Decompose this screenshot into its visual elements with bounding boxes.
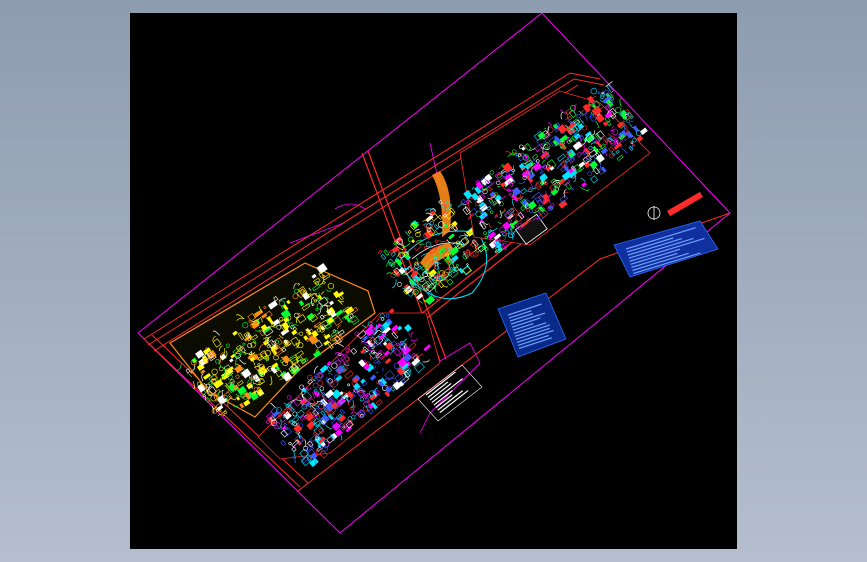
plan-mark xyxy=(629,123,633,129)
plan-mark xyxy=(414,228,420,232)
plan-mark xyxy=(448,233,455,240)
cad-viewport[interactable] xyxy=(130,13,737,549)
plan-mark xyxy=(425,214,434,223)
plan-mark xyxy=(404,231,410,237)
plan-mark xyxy=(429,210,436,217)
plan-mark xyxy=(389,250,393,254)
plan-mark xyxy=(397,281,402,287)
north-arrow xyxy=(647,191,703,220)
plan-mark xyxy=(407,229,412,234)
plan-mark xyxy=(619,98,622,108)
plan-mark xyxy=(286,395,292,400)
plan-mark xyxy=(434,239,439,244)
plan-mark xyxy=(606,84,614,93)
plan-mark xyxy=(437,281,445,289)
plan-mark xyxy=(429,221,435,226)
table-line xyxy=(427,381,449,398)
plan-mark xyxy=(424,229,435,240)
plan-mark xyxy=(590,87,598,95)
site-plan-drawing xyxy=(137,13,731,534)
plan-mark xyxy=(380,253,387,261)
plan-mark xyxy=(597,91,601,95)
plan-mark xyxy=(422,271,429,278)
plan-mark xyxy=(411,239,416,244)
plan-mark xyxy=(442,284,448,288)
legend-table xyxy=(613,220,719,278)
plan-mark xyxy=(377,249,383,255)
plan-mark xyxy=(383,249,390,256)
plan-mark xyxy=(460,198,467,205)
plan-mark xyxy=(437,214,443,220)
plan-mark xyxy=(630,120,634,123)
plan-mark xyxy=(216,404,224,412)
plan-mark xyxy=(415,231,421,238)
plan-mark xyxy=(466,263,469,266)
plan-mark xyxy=(446,278,454,286)
plan-mark xyxy=(416,265,422,271)
table-line xyxy=(433,390,453,406)
plan-mark xyxy=(424,222,427,226)
table-line xyxy=(437,390,463,411)
plan-mark xyxy=(412,255,414,257)
plan-mark xyxy=(455,264,459,267)
plan-mark xyxy=(393,236,403,245)
plan-mark xyxy=(433,224,439,230)
plan-mark xyxy=(265,411,274,420)
plan-mark xyxy=(415,257,419,261)
plan-mark xyxy=(419,300,424,304)
index-table xyxy=(497,292,567,358)
